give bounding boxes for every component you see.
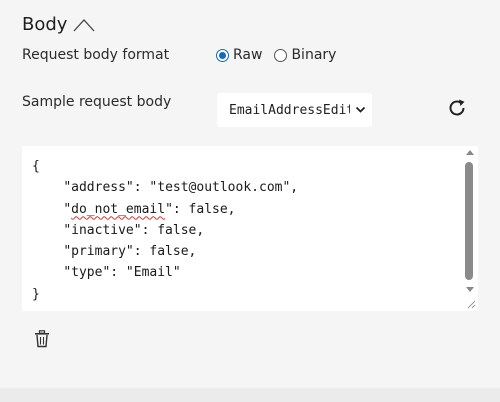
radio-raw[interactable]: Raw	[216, 47, 262, 63]
code-line-2-rest: : "test@outlook.com",	[133, 180, 299, 196]
refresh-icon[interactable]	[446, 97, 468, 119]
radio-binary-label: Binary	[291, 47, 337, 63]
radio-raw-label: Raw	[233, 47, 263, 63]
chevron-down-icon	[355, 106, 366, 113]
editor-scrollbar[interactable]	[462, 146, 478, 311]
radio-raw-indicator[interactable]	[216, 48, 229, 62]
trash-icon[interactable]	[34, 330, 50, 348]
section-title: Body	[22, 14, 68, 35]
radio-binary-indicator[interactable]	[274, 48, 288, 62]
code-line-5: "primary": false,	[63, 244, 197, 260]
scrollbar-thumb[interactable]	[465, 162, 473, 280]
sample-body-select[interactable]: EmailAddressEdit	[217, 93, 372, 127]
scroll-down-arrow-icon[interactable]	[466, 287, 474, 292]
body-section-header[interactable]: Body	[22, 14, 95, 35]
code-line-7: }	[32, 286, 40, 302]
bottom-divider	[0, 388, 500, 402]
request-body-editor[interactable]: { "address": "test@outlook.com", "do_not…	[22, 146, 478, 311]
body-section-panel: Body Request body format Raw Binary Samp…	[0, 0, 500, 388]
sample-body-select-value: EmailAddressEdit	[229, 102, 350, 118]
sample-request-body-label: Sample request body	[22, 94, 172, 110]
code-line-1: {	[32, 159, 40, 174]
code-content[interactable]: { "address": "test@outlook.com", "do_not…	[32, 156, 298, 305]
resize-grip-icon[interactable]	[466, 299, 476, 309]
format-radio-group: Raw Binary	[216, 47, 348, 63]
scroll-up-arrow-icon[interactable]	[466, 150, 474, 155]
chevron-up-icon[interactable]	[73, 18, 95, 32]
code-line-6: "type": "Email"	[63, 265, 181, 281]
code-line-3-quote: "	[63, 201, 72, 217]
code-line-4: "inactive": false,	[63, 222, 205, 238]
code-line-3-key-misspelled: do_not_email	[71, 201, 166, 217]
request-body-format-label: Request body format	[22, 47, 170, 63]
radio-binary[interactable]: Binary	[274, 47, 336, 63]
code-line-3-rest: ": false,	[165, 201, 236, 217]
code-line-2-key: "address"	[63, 180, 134, 196]
